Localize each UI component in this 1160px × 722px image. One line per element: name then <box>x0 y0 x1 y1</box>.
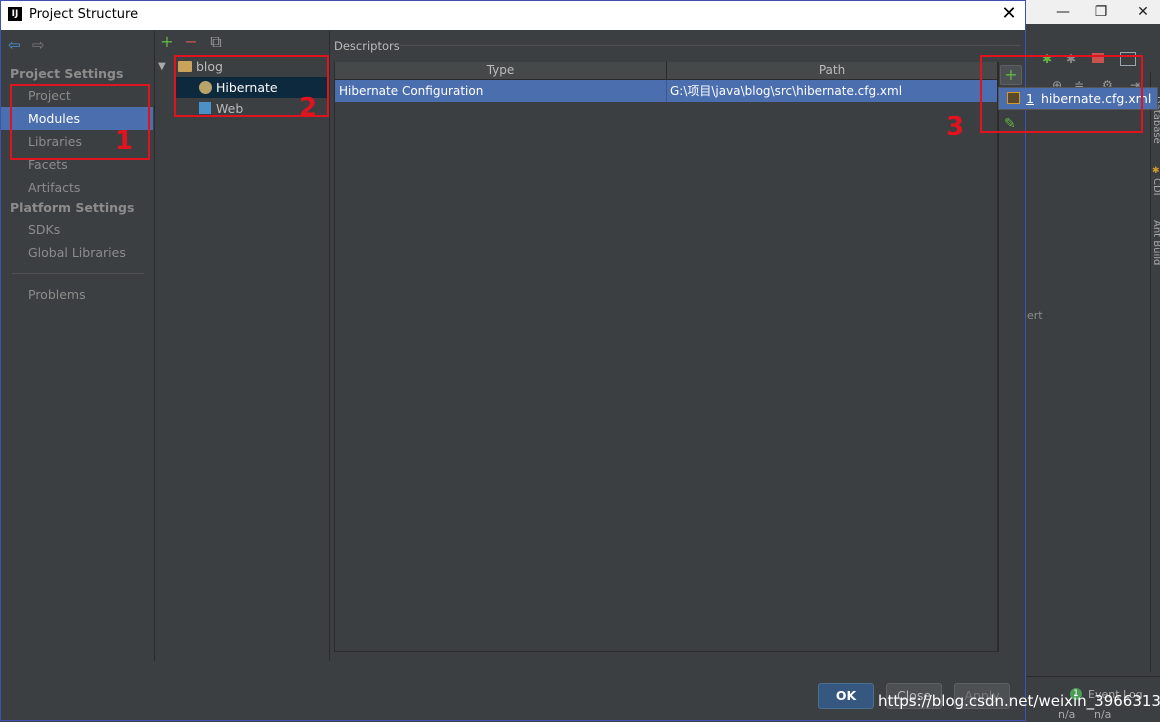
tool-window-cdi[interactable]: CDI <box>1151 178 1160 196</box>
nav-item-artifacts[interactable]: Artifacts <box>1 176 153 199</box>
dialog-title: Project Structure <box>29 7 139 22</box>
column-header-type[interactable]: Type <box>335 62 667 80</box>
dialog-titlebar <box>1 1 1025 30</box>
back-arrow-icon[interactable]: ⇦ <box>8 37 24 53</box>
close-window-button[interactable]: ✕ <box>1126 0 1160 24</box>
background-partial-text: ert <box>1027 309 1043 322</box>
watermark-url: https://blog.csdn.net/weixin_39663138 <box>878 692 1160 710</box>
cell-type: Hibernate Configuration <box>339 84 484 98</box>
cell-path: G:\项目\java\blog\src\hibernate.cfg.xml <box>670 84 903 98</box>
nav-item-sdks[interactable]: SDKs <box>1 218 153 241</box>
column-header-path[interactable]: Path <box>667 62 997 80</box>
annotation-number-3: 3 <box>946 112 965 142</box>
cdi-icon: ✱ <box>1152 166 1160 176</box>
restore-button[interactable]: ❐ <box>1084 0 1118 24</box>
dialog-close-button[interactable]: ✕ <box>998 3 1020 25</box>
forward-arrow-icon[interactable]: ⇨ <box>32 37 48 53</box>
nav-item-problems[interactable]: Problems <box>1 283 153 306</box>
annotation-number-1: 1 <box>115 126 134 156</box>
ok-button[interactable]: OK <box>818 683 874 709</box>
descriptors-table <box>334 62 998 652</box>
annotation-number-2: 2 <box>299 93 318 123</box>
descriptors-label: Descriptors <box>334 39 400 53</box>
intellij-logo-icon: IJ <box>8 7 22 21</box>
tool-window-ant-build[interactable]: Ant Build <box>1151 220 1160 265</box>
annotation-box-3 <box>980 55 1143 133</box>
project-settings-header: Project Settings <box>10 66 124 81</box>
expand-arrow-icon[interactable]: ▼ <box>158 56 166 77</box>
nav-item-global-libraries[interactable]: Global Libraries <box>1 241 153 264</box>
descriptors-separator <box>400 45 1020 46</box>
descriptors-side-toolbar <box>998 62 1025 652</box>
cell-divider <box>666 80 667 102</box>
right-tool-strip: Database ✱ CDI Ant Build <box>1150 72 1160 672</box>
platform-settings-header: Platform Settings <box>10 200 135 215</box>
copy-icon[interactable]: ⧉ <box>209 34 223 50</box>
nav-divider <box>12 273 144 274</box>
minimize-button[interactable]: — <box>1046 0 1080 24</box>
remove-icon[interactable]: − <box>184 34 198 50</box>
module-tree-panel <box>155 31 330 661</box>
add-icon[interactable]: + <box>160 34 174 50</box>
